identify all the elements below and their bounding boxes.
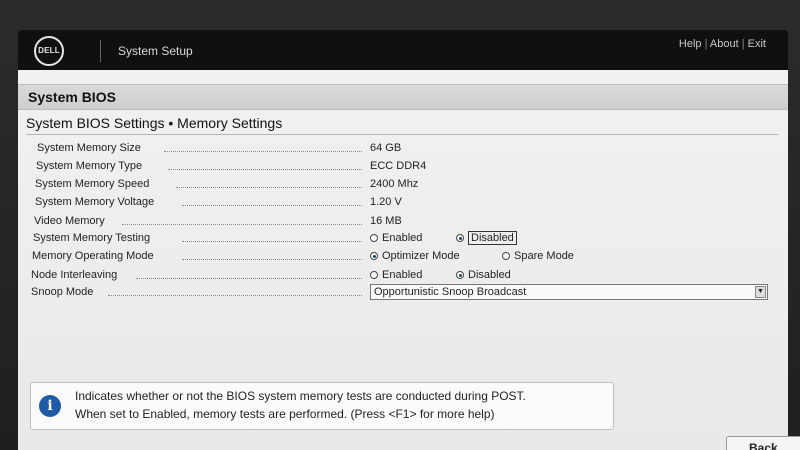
radio-label: Enabled [382,232,423,244]
about-link[interactable]: About [710,38,739,50]
optimizer-mode-radio[interactable]: Optimizer Mode [370,250,460,262]
radio-label: Optimizer Mode [382,250,460,262]
leader-dots [176,187,362,188]
setting-value: ECC DDR4 [370,160,427,172]
info-icon: i [39,395,61,417]
leader-dots [182,259,362,260]
help-link[interactable]: Help [679,38,702,50]
section-header: System BIOS [18,84,788,110]
dell-logo: DELL [34,36,64,66]
setting-row-memory-testing: System Memory Testing Enabled Disabled [18,230,788,248]
radio-label: Disabled [468,269,511,281]
setting-label: System Memory Type [36,160,143,172]
leader-dots [168,169,362,170]
section-title: System BIOS [28,89,116,105]
radio-unselected-icon [370,234,378,242]
help-text-line1: Indicates whether or not the BIOS system… [75,389,526,403]
title-underline [26,134,778,135]
setting-value: 1.20 V [370,196,402,208]
snoop-mode-select[interactable]: Opportunistic Snoop Broadcast ▼ [370,284,768,300]
link-separator: | [704,38,708,50]
node-interleaving-enabled-radio[interactable]: Enabled [370,269,422,281]
setting-value: 16 MB [370,215,402,227]
setting-label: Video Memory [34,215,105,227]
setting-row-operating-mode: Memory Operating Mode Optimizer Mode Spa… [18,248,788,266]
select-value: Opportunistic Snoop Broadcast [374,286,527,298]
leader-dots [108,295,362,296]
chevron-down-icon[interactable]: ▼ [755,286,766,298]
radio-selected-icon [456,234,464,242]
radio-label-focused: Disabled [468,231,517,245]
header-divider [100,40,101,62]
setting-row-node-interleaving: Node Interleaving Enabled Disabled [18,267,788,285]
setting-row-video-memory: Video Memory 16 MB [18,213,788,231]
header-bar: DELL System Setup Help | About | Exit [18,30,788,70]
setting-row-memory-type: System Memory Type ECC DDR4 [18,158,788,176]
setting-value: 2400 Mhz [370,178,419,190]
leader-dots [122,224,362,225]
setting-label: Node Interleaving [31,269,118,281]
setting-label: System Memory Speed [35,178,150,190]
radio-unselected-icon [502,252,510,260]
spare-mode-radio[interactable]: Spare Mode [502,250,574,262]
radio-unselected-icon [370,271,378,279]
node-interleaving-disabled-radio[interactable]: Disabled [456,269,511,281]
radio-selected-icon [456,271,464,279]
setting-label: Memory Operating Mode [32,250,154,262]
setting-row-memory-voltage: System Memory Voltage 1.20 V [18,194,788,212]
memory-testing-enabled-radio[interactable]: Enabled [370,232,422,244]
memory-testing-disabled-radio[interactable]: Disabled [456,231,517,245]
leader-dots [136,278,362,279]
main-panel: System BIOS System BIOS Settings • Memor… [18,70,800,450]
page-title: System BIOS Settings • Memory Settings [26,115,283,131]
leader-dots [182,205,362,206]
top-links: Help | About | Exit [679,38,766,50]
radio-label: Enabled [382,269,423,281]
setting-label: Snoop Mode [31,286,94,298]
setting-row-snoop-mode: Snoop Mode Opportunistic Snoop Broadcast… [18,284,788,302]
app-title: System Setup [118,44,193,58]
setting-label: System Memory Voltage [35,196,155,208]
exit-link[interactable]: Exit [748,38,766,50]
setting-row-memory-speed: System Memory Speed 2400 Mhz [18,176,788,194]
leader-dots [164,151,362,152]
setting-value: 64 GB [370,142,402,154]
help-text-line2: When set to Enabled, memory tests are pe… [75,407,495,421]
setting-label: System Memory Size [37,142,141,154]
setting-label: System Memory Testing [33,232,151,244]
radio-label: Spare Mode [514,250,574,262]
leader-dots [182,241,362,242]
setting-row-memory-size: System Memory Size 64 GB [18,140,788,158]
back-button[interactable]: Back [726,436,800,450]
radio-selected-icon [370,252,378,260]
help-box: i Indicates whether or not the BIOS syst… [30,382,614,430]
bios-screen: DELL System Setup Help | About | Exit Sy… [0,0,800,450]
link-separator: | [741,38,745,50]
